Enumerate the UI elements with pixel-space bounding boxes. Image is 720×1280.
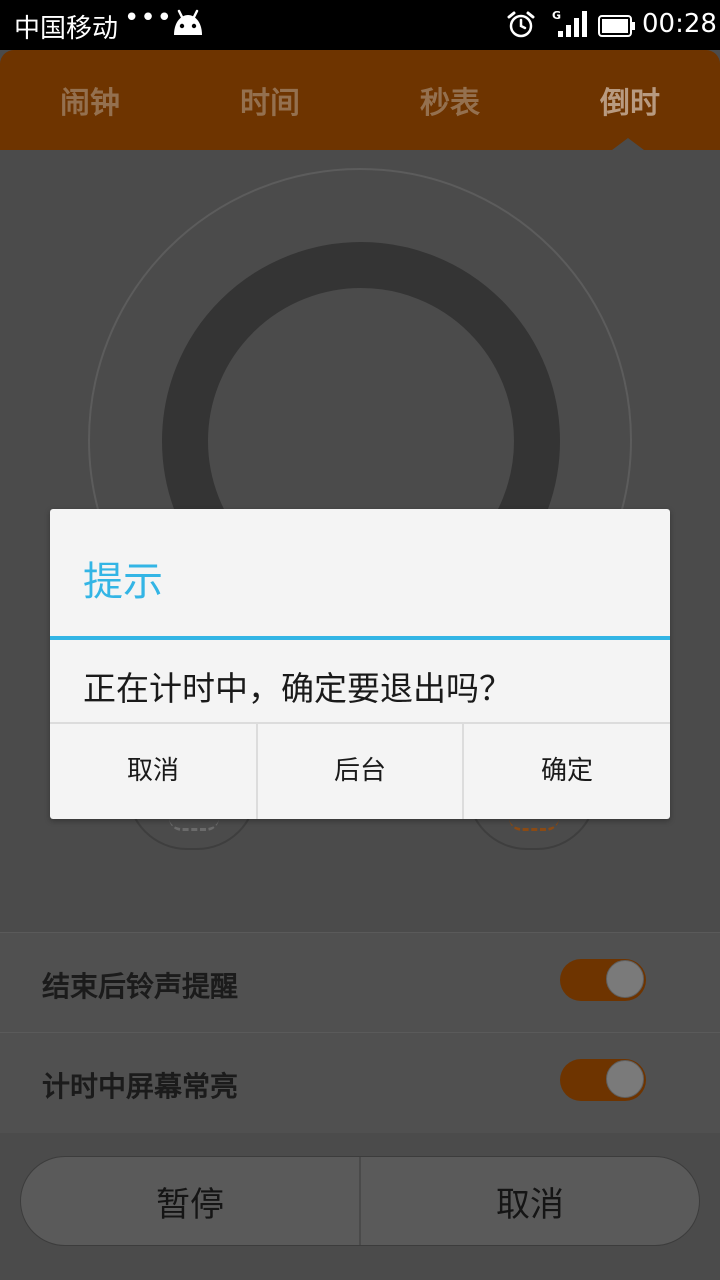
dialog-title: 提示: [83, 559, 163, 605]
alarm-clock-icon: [506, 10, 536, 47]
dialog-button-row: 取消 后台 确定: [50, 722, 670, 819]
exit-confirm-dialog: 提示 正在计时中，确定要退出吗？ 取消 后台 确定: [50, 509, 670, 819]
tab-bar: 闹钟 时间 秒表 倒时: [0, 50, 720, 150]
tab-alarm[interactable]: 闹钟: [0, 78, 180, 122]
setting-label: 计时中屏幕常亮: [42, 1070, 239, 1103]
tab-countdown[interactable]: 倒时: [540, 78, 720, 122]
dialog-cancel-button[interactable]: 取消: [50, 724, 256, 819]
dialog-message: 正在计时中，确定要退出吗？: [83, 669, 512, 708]
screen-on-toggle[interactable]: [560, 1059, 646, 1101]
signal-network-label: G: [552, 9, 561, 22]
bottom-action-bar: 暂停 取消: [20, 1156, 700, 1246]
pause-button[interactable]: 暂停: [21, 1177, 359, 1226]
tab-stopwatch[interactable]: 秒表: [360, 78, 540, 122]
status-clock: 00:28: [642, 9, 717, 39]
active-tab-indicator: [612, 138, 644, 150]
toggle-thumb: [606, 960, 644, 998]
dialog-background-button[interactable]: 后台: [258, 724, 462, 819]
battery-icon: [598, 14, 636, 44]
carrier-name: 中国移动: [14, 14, 119, 44]
setting-label: 结束后铃声提醒: [42, 970, 239, 1003]
knob-ticks: [169, 818, 219, 831]
setting-ring-after-end: 结束后铃声提醒: [0, 932, 720, 1033]
signal-icon: G: [552, 9, 588, 46]
ring-reminder-toggle[interactable]: [560, 959, 646, 1001]
notification-dots: •••: [124, 3, 174, 33]
dialog-confirm-button[interactable]: 确定: [464, 724, 670, 819]
tab-time[interactable]: 时间: [180, 78, 360, 122]
knob-ticks: [509, 818, 559, 831]
cancel-timer-button[interactable]: 取消: [361, 1177, 699, 1226]
status-bar: 中国移动 ••• G 00:28: [0, 0, 720, 50]
setting-screen-on: 计时中屏幕常亮: [0, 1032, 720, 1133]
android-icon: [170, 9, 206, 44]
toggle-thumb: [606, 1060, 644, 1098]
dialog-title-divider: [50, 636, 670, 640]
